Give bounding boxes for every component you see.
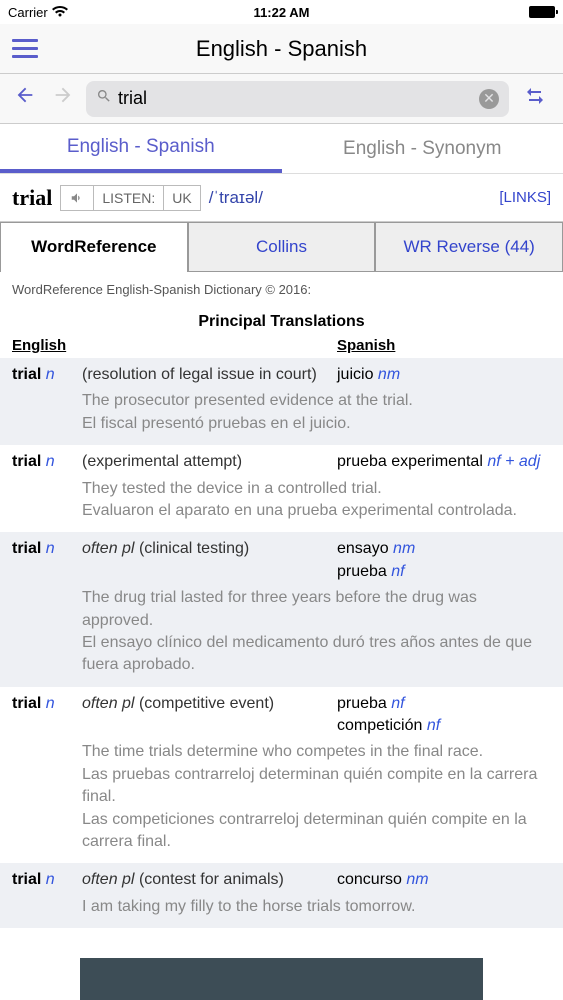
usage-prefix: often pl <box>82 871 134 888</box>
entry-row: trial n often pl (clinical testing) ensa… <box>0 532 563 686</box>
section-title: Principal Translations <box>0 307 563 337</box>
example-spanish: El fiscal presentó pruebas en el juicio. <box>12 413 551 435</box>
bottom-overlay <box>80 958 483 1000</box>
title-bar: English - Spanish <box>0 24 563 74</box>
pos-tag: n <box>46 871 55 888</box>
example-spanish: El ensayo clínico del medicamento duró t… <box>12 632 551 677</box>
column-headers: English Spanish <box>0 337 563 358</box>
example-english: The time trials determine who competes i… <box>12 741 551 763</box>
word-header: trial LISTEN: UK /ˈtraɪəl/ [LINKS] <box>0 174 563 222</box>
example-english: The prosecutor presented evidence at the… <box>12 390 551 412</box>
entry-word: trial <box>12 695 41 712</box>
usage-prefix: often pl <box>82 540 134 557</box>
tab-english-spanish[interactable]: English - Spanish <box>0 124 282 173</box>
copyright-text: WordReference English-Spanish Dictionary… <box>0 272 563 307</box>
pos-tag: n <box>46 366 55 383</box>
translation: juicio <box>337 366 373 383</box>
dictionary-tabs: WordReference Collins WR Reverse (44) <box>0 222 563 272</box>
audio-icon[interactable] <box>61 186 94 210</box>
pos-tag: n <box>46 540 55 557</box>
pos-tag: n <box>46 453 55 470</box>
entry-word: trial <box>12 540 41 557</box>
search-icon <box>96 88 112 109</box>
swap-languages-button[interactable] <box>517 84 553 114</box>
gloss: (experimental attempt) <box>82 453 242 470</box>
listen-button[interactable]: LISTEN: <box>94 186 164 210</box>
pos-tag: nm <box>406 871 428 888</box>
pos-tag: nm <box>393 540 415 557</box>
nav-bar: ✕ <box>0 74 563 124</box>
col-spanish: Spanish <box>337 337 551 354</box>
translation: ensayo <box>337 540 389 557</box>
carrier-label: Carrier <box>8 5 48 20</box>
tab-wordreference[interactable]: WordReference <box>0 222 188 271</box>
tab-english-synonym[interactable]: English - Synonym <box>282 124 563 173</box>
pos-tag: nf <box>391 695 404 712</box>
usage-prefix: often pl <box>82 695 134 712</box>
page-title: English - Spanish <box>196 36 367 62</box>
pos-tag: n <box>46 695 55 712</box>
translation: concurso <box>337 871 402 888</box>
search-input[interactable] <box>118 88 473 109</box>
gloss: (competitive event) <box>139 695 274 712</box>
translation: competición <box>337 717 422 734</box>
example-spanish: Las competiciones contrarreloj determina… <box>12 809 551 854</box>
search-box[interactable]: ✕ <box>86 81 509 117</box>
entry-word: trial <box>12 453 41 470</box>
entry-row: trial n often pl (contest for animals) c… <box>0 863 563 928</box>
ipa-pronunciation: /ˈtraɪəl/ <box>209 188 263 208</box>
entry-row: trial n (experimental attempt) prueba ex… <box>0 445 563 532</box>
language-tabs: English - Spanish English - Synonym <box>0 124 563 174</box>
entry-row: trial n (resolution of legal issue in co… <box>0 358 563 445</box>
pos-tag: nf <box>391 563 404 580</box>
translation: prueba <box>337 695 387 712</box>
entries-list: trial n (resolution of legal issue in co… <box>0 358 563 928</box>
translation: prueba <box>337 563 387 580</box>
example-english: I am taking my filly to the horse trials… <box>12 896 551 918</box>
tab-wr-reverse[interactable]: WR Reverse (44) <box>375 222 563 271</box>
menu-icon[interactable] <box>0 39 50 58</box>
listen-group: LISTEN: UK <box>60 185 200 211</box>
example-english: They tested the device in a controlled t… <box>12 478 551 500</box>
back-button[interactable] <box>10 84 40 113</box>
headword: trial <box>12 185 52 211</box>
links-button[interactable]: [LINKS] <box>499 189 551 206</box>
pos-tag: nf <box>427 717 440 734</box>
clear-button[interactable]: ✕ <box>479 89 499 109</box>
tab-collins[interactable]: Collins <box>188 222 376 271</box>
entry-word: trial <box>12 366 41 383</box>
translation: prueba experimental <box>337 453 483 470</box>
gloss: (resolution of legal issue in court) <box>82 366 317 383</box>
example-english: The drug trial lasted for three years be… <box>12 587 551 632</box>
pos-tag: nm <box>378 366 400 383</box>
example-spanish: Evaluaron el aparato en una prueba exper… <box>12 500 551 522</box>
forward-button <box>48 84 78 113</box>
col-english: English <box>12 337 337 354</box>
status-time: 11:22 AM <box>254 5 310 20</box>
gloss: (contest for animals) <box>139 871 284 888</box>
pos-tag: nf + adj <box>487 453 540 470</box>
gloss: (clinical testing) <box>139 540 249 557</box>
example-spanish: Las pruebas contrarreloj determinan quié… <box>12 764 551 809</box>
wifi-icon <box>52 6 68 18</box>
entry-row: trial n often pl (competitive event) pru… <box>0 687 563 864</box>
battery-icon <box>529 6 555 18</box>
status-bar: Carrier 11:22 AM <box>0 0 563 24</box>
entry-word: trial <box>12 871 41 888</box>
region-button[interactable]: UK <box>164 186 199 210</box>
